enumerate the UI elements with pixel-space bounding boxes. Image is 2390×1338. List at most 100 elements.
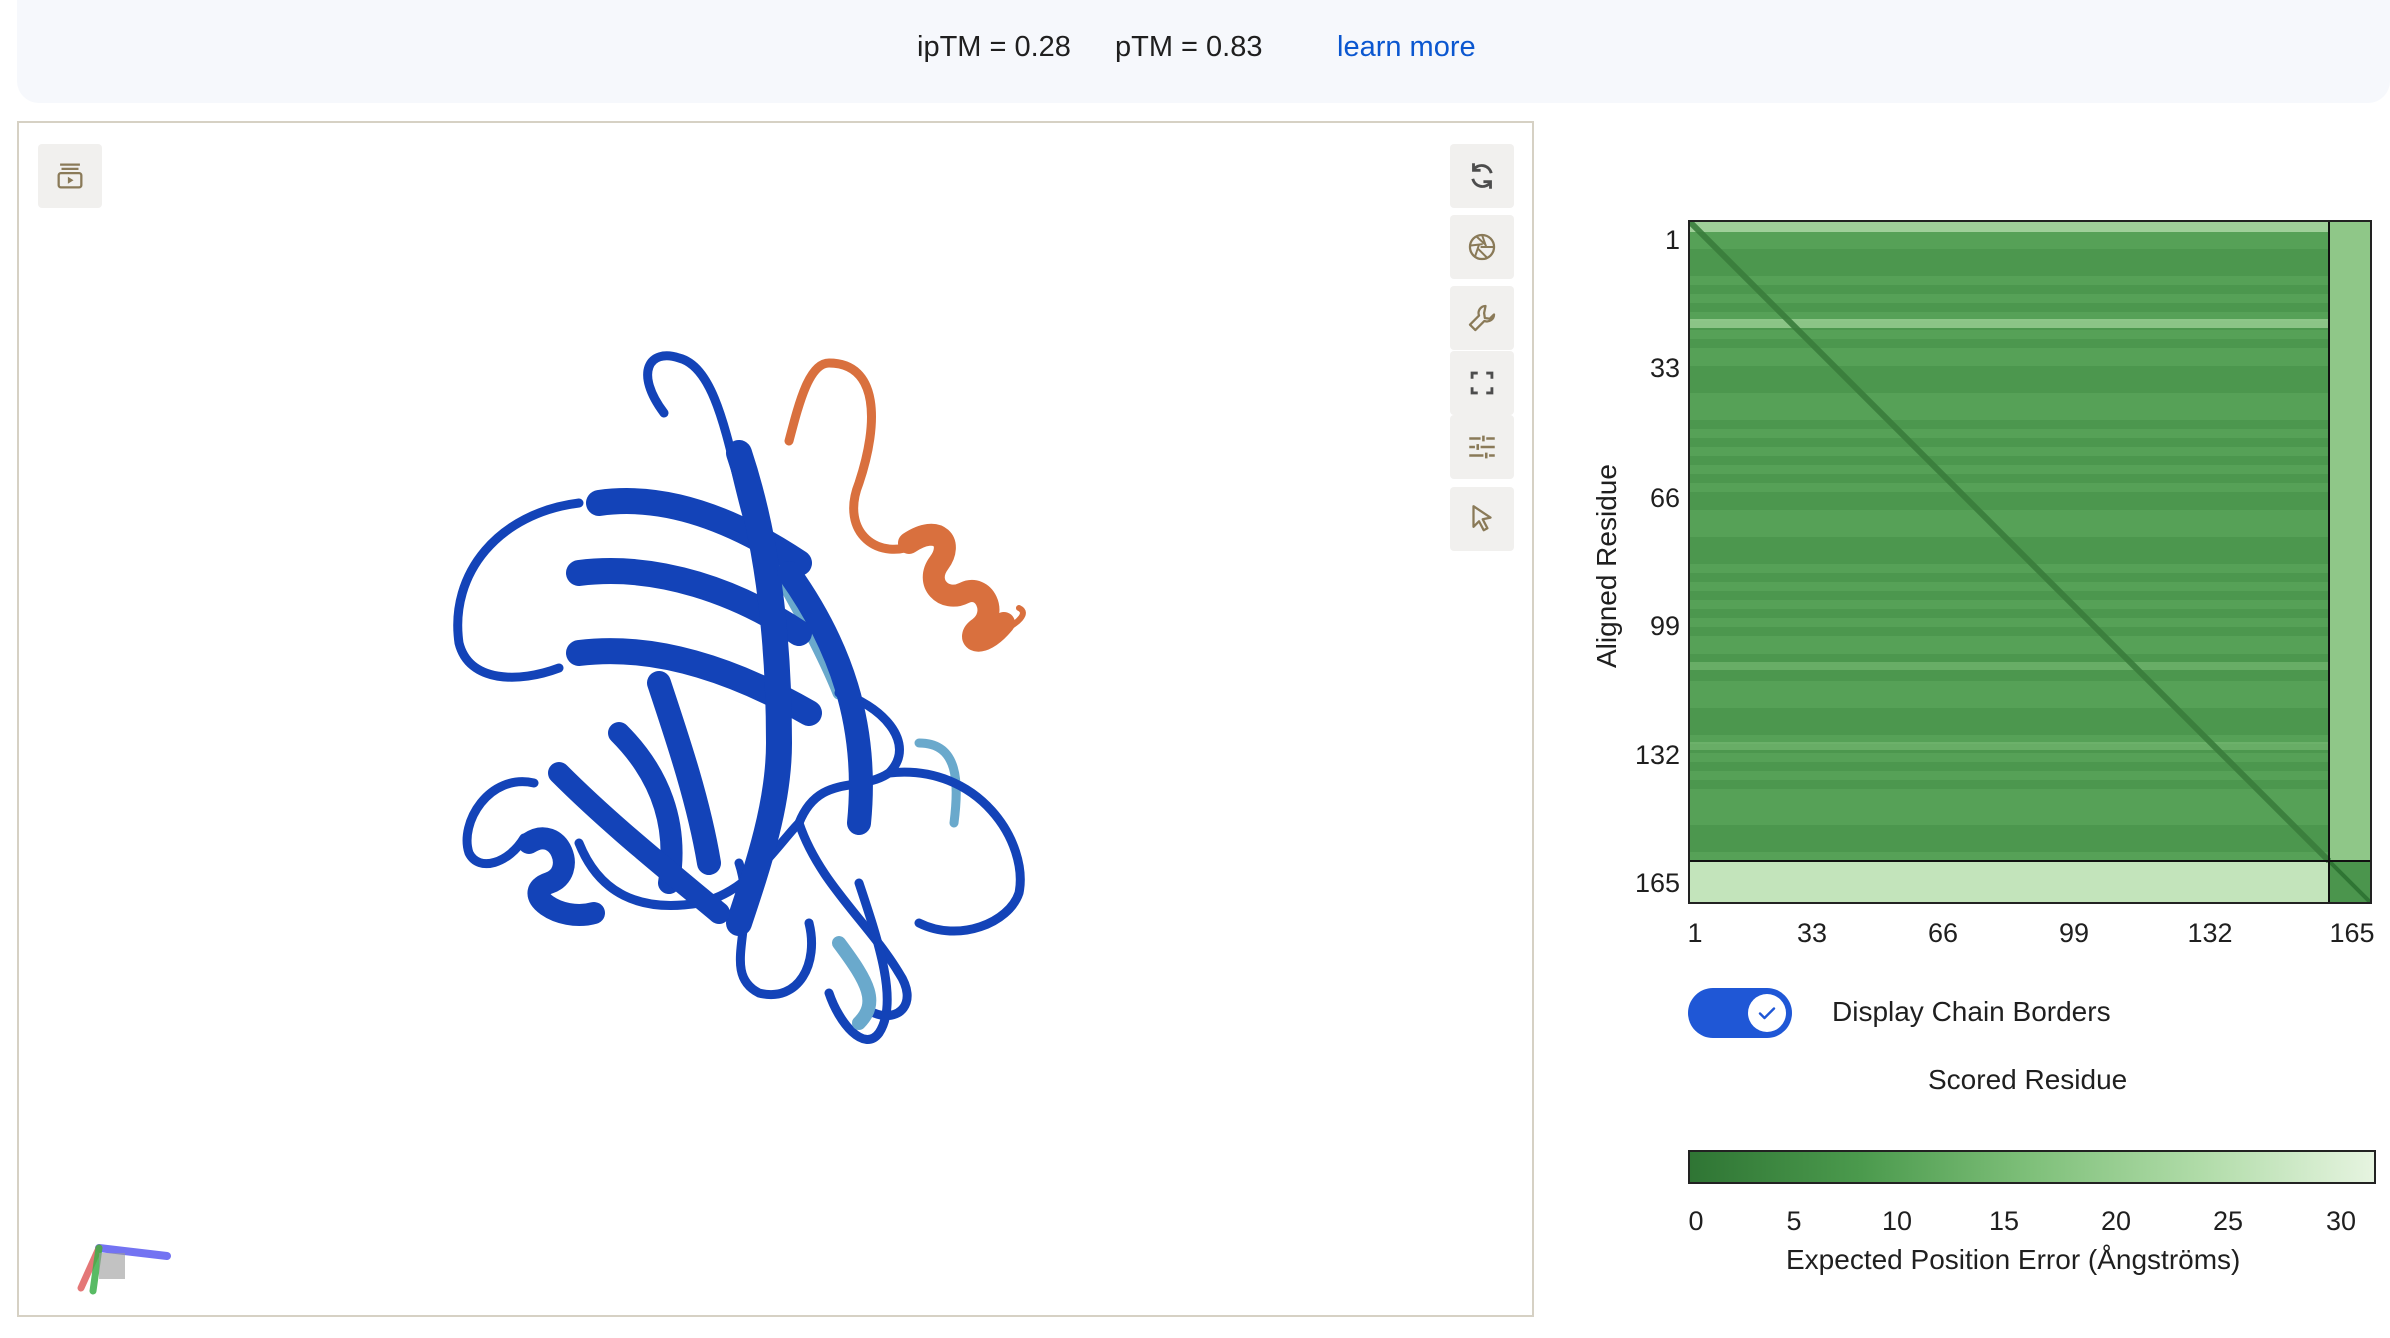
heatmap-band	[1690, 402, 2329, 411]
heatmap-band	[1690, 285, 2329, 294]
colorbar-tick: 30	[2325, 1206, 2357, 1236]
x-tick-label: 165	[2329, 918, 2375, 948]
colorbar-tick: 25	[2212, 1206, 2244, 1236]
heatmap-band	[1690, 564, 2329, 573]
heatmap-band	[1690, 393, 2329, 402]
heatmap-band	[1690, 780, 2329, 789]
heatmap-band	[1690, 465, 2329, 474]
heatmap-band	[1690, 852, 2329, 861]
y-tick-label: 165	[1634, 868, 1680, 898]
heatmap-band	[1690, 798, 2329, 807]
x-tick-label: 132	[2187, 918, 2233, 948]
x-tick-label: 66	[1927, 918, 1959, 948]
heatmap-band	[1690, 681, 2329, 690]
x-tick-label: 33	[1796, 918, 1828, 948]
heatmap-band	[1690, 222, 2329, 232]
heatmap-band	[1690, 753, 2329, 762]
heatmap-band	[1690, 609, 2329, 618]
heatmap-band	[1690, 375, 2329, 384]
learn-more-link[interactable]: learn more	[1337, 30, 1476, 64]
y-tick-label: 66	[1649, 483, 1680, 513]
heatmap-band	[1690, 591, 2329, 600]
colorbar-label: Expected Position Error (Ångströms)	[1786, 1244, 2241, 1275]
colorbar-tick: 5	[1786, 1206, 1802, 1236]
heatmap-band	[1690, 339, 2329, 348]
toggle-knob	[1748, 994, 1786, 1032]
metrics-bar: ipTM = 0.28 pTM = 0.83 learn more	[17, 0, 2390, 103]
y-tick-label: 132	[1634, 740, 1680, 770]
heatmap-band	[1690, 420, 2329, 429]
pae-heatmap[interactable]	[1688, 220, 2372, 904]
heatmap-band	[1690, 258, 2329, 267]
heatmap-band	[1690, 303, 2329, 312]
pae-colorbar	[1688, 1150, 2376, 1184]
heatmap-band	[1690, 546, 2329, 555]
heatmap-band	[1690, 510, 2329, 519]
x-tick-label: 1	[1687, 918, 1703, 948]
heatmap-band	[1690, 240, 2329, 249]
heatmap-band	[1690, 348, 2329, 357]
heatmap-band	[1690, 492, 2329, 501]
heatmap-band	[1690, 825, 2329, 834]
heatmap-band	[1690, 519, 2329, 528]
heatmap-band	[1690, 636, 2329, 645]
pae-heatmap-plot	[1690, 222, 2370, 902]
heatmap-band	[1690, 429, 2329, 438]
x-tick-label: 99	[2058, 918, 2090, 948]
colorbar-tick: 15	[1988, 1206, 2020, 1236]
heatmap-band	[1690, 662, 2329, 670]
heatmap-interchain-block	[2329, 222, 2370, 861]
heatmap-band	[1690, 627, 2329, 636]
structure-viewer[interactable]	[17, 121, 1534, 1317]
peptide-chain	[784, 358, 924, 554]
y-tick-label: 1	[1664, 225, 1680, 255]
heatmap-band	[1690, 573, 2329, 582]
heatmap-band	[1690, 249, 2329, 258]
heatmap-band	[1690, 843, 2329, 852]
heatmap-band	[1690, 645, 2329, 654]
heatmap-band	[1690, 483, 2329, 492]
coil	[832, 936, 877, 1030]
heatmap-band	[1690, 600, 2329, 609]
heatmap-band	[1690, 267, 2329, 276]
heatmap-band	[1690, 384, 2329, 393]
colorbar-tick: 20	[2100, 1206, 2132, 1236]
chain-borders-label: Display Chain Borders	[1832, 996, 2111, 1027]
colorbar-tick: 0	[1688, 1206, 1704, 1236]
heatmap-band	[1690, 618, 2329, 627]
heatmap-band	[1690, 411, 2329, 420]
heatmap-band	[1690, 231, 2329, 240]
y-axis-title: Aligned Residue	[1591, 464, 1622, 668]
check-icon	[1758, 1007, 1776, 1020]
heatmap-band	[1690, 708, 2329, 717]
heatmap-band	[1690, 528, 2329, 537]
axes-gizmo	[77, 1244, 171, 1295]
heatmap-band	[1690, 834, 2329, 843]
heatmap-band	[1690, 742, 2329, 750]
heatmap-band	[1690, 789, 2329, 798]
heatmap-band	[1690, 294, 2329, 303]
heatmap-band	[1690, 726, 2329, 735]
heatmap-band	[1690, 447, 2329, 456]
heatmap-band	[1690, 699, 2329, 708]
heatmap-band	[1690, 474, 2329, 483]
iptm-score: ipTM = 0.28	[917, 31, 1071, 63]
heatmap-band	[1690, 438, 2329, 447]
heatmap-interchain-block	[1690, 861, 2329, 902]
heatmap-band	[1690, 555, 2329, 564]
y-tick-label: 99	[1649, 611, 1680, 641]
peptide-helix	[898, 523, 1015, 652]
heatmap-band	[1690, 807, 2329, 816]
chain-borders-toggle[interactable]	[1688, 988, 1792, 1038]
heatmap-band	[1690, 672, 2329, 681]
y-tick-label: 33	[1649, 353, 1680, 383]
coil	[453, 498, 584, 682]
heatmap-band	[1690, 501, 2329, 510]
heatmap-band	[1690, 690, 2329, 699]
x-axis-title: Scored Residue	[1928, 1064, 2128, 1095]
heatmap-band	[1690, 717, 2329, 726]
heatmap-band	[1690, 582, 2329, 591]
heatmap-band	[1690, 357, 2329, 366]
heatmap-band	[1690, 456, 2329, 465]
protein-structure[interactable]	[19, 123, 1532, 1315]
